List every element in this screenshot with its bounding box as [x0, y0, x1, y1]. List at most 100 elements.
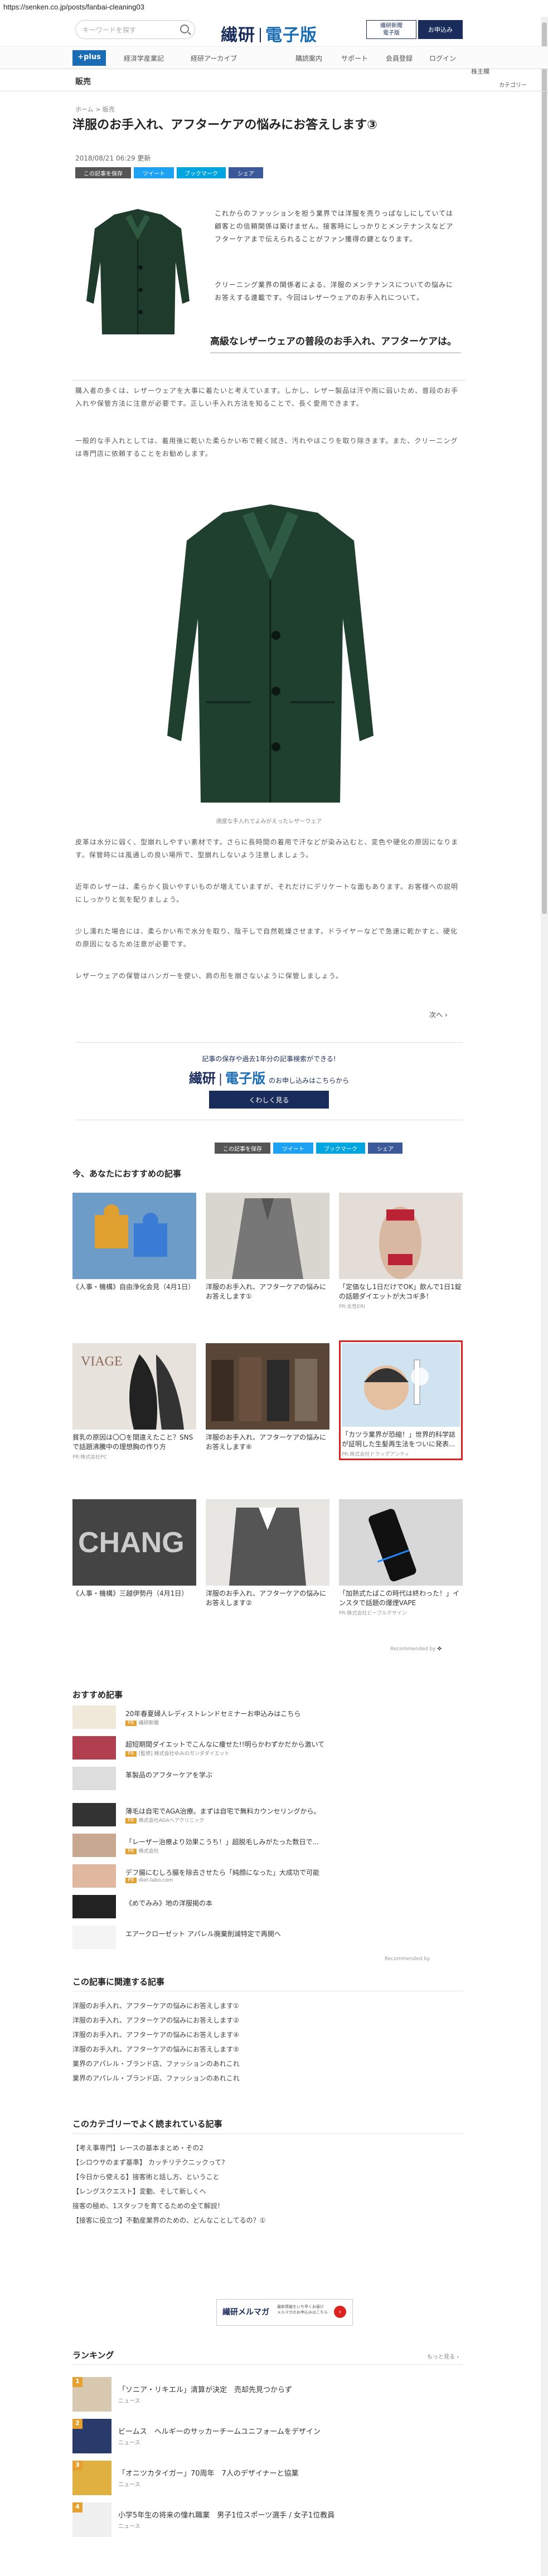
list-item[interactable]: エアークローゼット アパレル廃棄削減特定で再開へ: [72, 1926, 463, 1949]
promo-logo-main: 繊研: [188, 1072, 216, 1086]
related-link[interactable]: 洋服のお手入れ、アフターケアの悩みにお答えします①: [72, 2001, 239, 2010]
recommended-by-label: Recommended by: [390, 1646, 436, 1652]
save-article-button-2[interactable]: この記事を保存: [215, 1143, 270, 1154]
rec-card-caption: 洋服のお手入れ、アフターケアの悩みにお答えします⑥: [206, 1433, 327, 1451]
list-item-title: 革製品のアフターケアを学ぶ: [125, 1771, 213, 1779]
rank-number: 1: [72, 2377, 83, 2387]
list-item[interactable]: 《めでみみ》地の洋服掲の本: [72, 1895, 463, 1918]
category-dropdown[interactable]: カテゴリー: [446, 80, 527, 89]
signup-button[interactable]: お申込み: [418, 20, 463, 39]
rec-card[interactable]: 「定価なし1日だけでOK」飲んで1日1錠の話題ダイエットが大コギ多！ PR:女性…: [339, 1193, 463, 1310]
site-logo[interactable]: 繊研 電子版: [221, 21, 317, 46]
list-item-thumb: [72, 1803, 116, 1826]
rec-card-image: [342, 1343, 460, 1427]
rec-card[interactable]: 洋服のお手入れ、アフターケアの悩みにお答えします②: [206, 1499, 329, 1608]
list-item[interactable]: 薄毛は自宅でAGA治療。まずは自宅で無料カウンセリングから。 PR 株式会社AGAヘ…: [72, 1803, 463, 1826]
nav-item-4[interactable]: サポート: [341, 54, 368, 63]
jacket-main-image: [151, 502, 390, 808]
list-item-thumb: [72, 1736, 116, 1760]
list-item[interactable]: デフ腸にむしろ腸を除去させたら「純顔になった」大成功で可能 PR diet-labo…: [72, 1864, 463, 1888]
rank-number: 4: [72, 2502, 83, 2512]
related-link[interactable]: 業界のアパレル・ブランド店、ファッションのあれこれ: [72, 2059, 240, 2068]
save-article-button[interactable]: この記事を保存: [75, 167, 131, 178]
popular-link[interactable]: 【レングスクエスト】変動、そして新しくへ: [72, 2186, 206, 2196]
arrow-right-icon[interactable]: ›: [334, 2306, 346, 2318]
popular-link[interactable]: 【接客に役立つ】不動産業界のための、どんなことしてるの？①: [72, 2215, 265, 2225]
rec-card[interactable]: CHANG 《人事・機構》三越伊勢丹（4月1日）: [72, 1499, 196, 1598]
rec-card[interactable]: 洋服のお手入れ、アフターケアの悩みにお答えします⑥: [206, 1343, 329, 1452]
rec-card[interactable]: VIAGE 貧乳の原因は〇〇を間違えたこと？SNSで話題沸騰中の理想胸の作り方 …: [72, 1343, 196, 1460]
rec-card[interactable]: 洋服のお手入れ、アフターケアの悩みにお答えします①: [206, 1193, 329, 1301]
ranking-item-title: 「ソニア・リキエル」清算が決定 売却先見つからず: [118, 2386, 292, 2394]
facebook-share-button-2[interactable]: シェア: [368, 1143, 402, 1154]
bookmark-button-2[interactable]: ブックマーク: [316, 1143, 365, 1154]
page-scrollbar[interactable]: [541, 17, 548, 2576]
scrollbar-thumb[interactable]: [542, 22, 547, 914]
rank-number: 3: [72, 2461, 83, 2471]
list-item-source: 株式会社: [138, 1849, 159, 1854]
tweet-button[interactable]: ツイート: [134, 167, 174, 178]
svg-text:VIAGE: VIAGE: [81, 1354, 123, 1369]
paper-edition-button[interactable]: 繊研新聞 電子版: [366, 20, 416, 39]
rec-card-pr: PR:株式会社PC: [72, 1455, 108, 1460]
list-item-source: diet-labo.com: [138, 1878, 173, 1883]
rec-card[interactable]: 「加熱式たばこの時代は終わった！」インスタで話題の爆煙VAPE PR:株式会社ビ…: [339, 1499, 463, 1616]
ranking-more-link[interactable]: もっと見る ›: [427, 2352, 459, 2360]
paper-button-line1: 繊研新聞: [380, 23, 402, 29]
search-placeholder: キーワードを探す: [83, 26, 137, 34]
plus-tab[interactable]: +plus: [72, 50, 106, 66]
next-page-link[interactable]: 次へ ›: [429, 1010, 448, 1019]
search-icon[interactable]: [180, 25, 189, 33]
promo-logo: 繊研 | 電子版 のお申し込みはこちらから: [188, 1072, 350, 1086]
rec-card-image: [72, 1193, 196, 1279]
list-item-thumb: [72, 1895, 116, 1918]
popular-link[interactable]: 【考え事専門】レースの基本まとめ・その2: [72, 2143, 203, 2152]
body-paragraph-1: 購入者の多くは、レザーウェアを大事に着たいと考えています。しかし、レザー製品は汗…: [75, 387, 459, 407]
breadcrumb[interactable]: ホーム > 販売: [75, 105, 115, 114]
related-link[interactable]: 業界のアパレル・ブランド店、ファッションのあれこれ: [72, 2073, 240, 2083]
badge-stock[interactable]: 株主欄: [471, 67, 489, 76]
popular-link[interactable]: 接客の極め、1スタッフを育てるための全て解説！: [72, 2201, 224, 2210]
body-paragraph-2: 一般的な手入れとしては、着用後に乾いた柔らかい布で軽く拭き、汚れやほこりを取り除…: [75, 437, 458, 458]
browser-url[interactable]: https://senken.co.jp/posts/fanbai-cleani…: [0, 0, 548, 14]
body-paragraph-3: 皮革は水分に弱く、型崩れしやすい素材です。さらに長時間の着用で汗などが染み込むと…: [75, 838, 459, 859]
related-link[interactable]: 洋服のお手入れ、アフターケアの悩みにお答えします④: [72, 2030, 239, 2039]
list-item[interactable]: 超短期間ダイエットでこんなに痩せた!!明らかわずかだから激いて PR [監修] 株式…: [72, 1736, 463, 1760]
promo-details-button[interactable]: くわしく見る: [209, 1091, 329, 1109]
mailmag-banner[interactable]: 繊研メルマガ 最新情報をいち早くお届け メルマガのお申込みはこちら ›: [216, 2299, 353, 2326]
list-item-thumb: [72, 1834, 116, 1857]
list-item[interactable]: 革製品のアフターケアを学ぶ: [72, 1767, 463, 1790]
rec-card-highlighted[interactable]: 「カツラ業界が恐縮！」世界的科学誌が証明した生髪再生法をついに発表... PR:…: [339, 1340, 463, 1460]
nav-item-3[interactable]: 購読案内: [295, 54, 322, 63]
ranking-item[interactable]: 3 「オニツカタイガー」70周年 7人のデザイナーと協業 ニュース: [72, 2461, 463, 2495]
tag: PR: [125, 1849, 137, 1854]
nav-item-5[interactable]: 会員登録: [386, 54, 413, 63]
list-item-source: [監修] 株式会社ゆみのガンダダイエット: [138, 1751, 230, 1757]
ranking-item-meta: ニュース: [118, 2440, 140, 2446]
facebook-share-button[interactable]: シェア: [229, 167, 263, 178]
list-item[interactable]: 20年春夏婦人レディストレンドセミナーお申込みはこちら PR 繊研新聞: [72, 1705, 463, 1729]
osusume-title: おすすめ記事: [72, 1690, 123, 1700]
mailmag-title: 繊研メルマガ: [222, 2308, 269, 2317]
rec-card-image: [339, 1499, 463, 1586]
nav-item-1[interactable]: 経済学産業記: [124, 54, 164, 63]
related-link[interactable]: 洋服のお手入れ、アフターケアの悩みにお答えします②: [72, 2015, 239, 2025]
rec-card[interactable]: 《人事・機構》自由浄化会見（4月1日）: [72, 1193, 196, 1292]
list-item-title: 薄毛は自宅でAGA治療。まずは自宅で無料カウンセリングから。: [125, 1807, 321, 1815]
rec-card-pr: PR:女性ERI: [339, 1304, 366, 1310]
search-input[interactable]: キーワードを探す: [75, 20, 195, 39]
ranking-item[interactable]: 2 ビームス ヘルギーのサッカーチームユニフォームをデザイン ニュース: [72, 2419, 463, 2453]
list-item[interactable]: 「レーザー治療より効果こうち！」超脱毛しみがたった数日で... PR 株式会社: [72, 1834, 463, 1857]
bookmark-button[interactable]: ブックマーク: [177, 167, 226, 178]
popular-link[interactable]: 【今日から使える】接客術と話し方、ということ: [72, 2172, 220, 2181]
section-label[interactable]: 販売: [75, 76, 91, 87]
rank-number: 2: [72, 2419, 83, 2429]
ranking-item[interactable]: 1 「ソニア・リキエル」清算が決定 売却先見つからず ニュース: [72, 2377, 463, 2412]
nav-item-6[interactable]: ログイン: [429, 54, 456, 63]
body-paragraph-4: 近年のレザーは、柔らかく扱いやすいものが増えていますが、それだけにデリケートな面…: [75, 883, 458, 903]
nav-item-2[interactable]: 経研アーカイブ: [191, 54, 237, 63]
related-link[interactable]: 洋服のお手入れ、アフターケアの悩みにお答えします⑤: [72, 2044, 239, 2054]
tweet-button-2[interactable]: ツイート: [273, 1143, 313, 1154]
ranking-item[interactable]: 4 小学5年生の将来の憧れ職業 男子1位スポーツ選手 / 女子1位教員 ニュース: [72, 2502, 463, 2537]
popular-link[interactable]: 【シロウサのまず基準】 カッチリテクニックって?: [72, 2157, 225, 2167]
